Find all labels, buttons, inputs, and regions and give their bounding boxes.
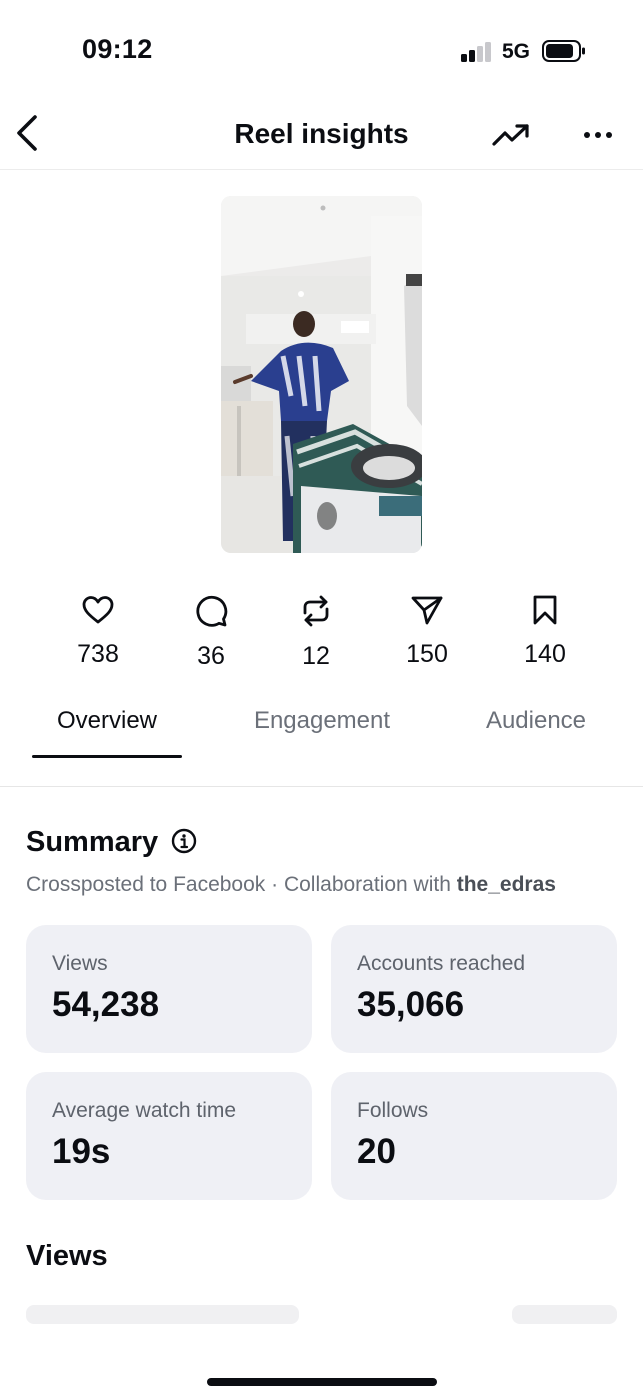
crosspost-collab-text: Crossposted to Facebook · Collaboration …: [26, 873, 457, 896]
tab-audience[interactable]: Audience: [468, 706, 604, 736]
reposts-stat: 12: [271, 594, 361, 671]
loading-placeholder: [512, 1305, 617, 1324]
tab-overview[interactable]: Overview: [32, 706, 182, 736]
header-divider: [0, 169, 643, 170]
more-options-button[interactable]: [580, 120, 616, 150]
summary-subtitle: Crossposted to Facebook · Collaboration …: [26, 873, 556, 897]
home-indicator: [207, 1378, 437, 1386]
network-type: 5G: [502, 40, 531, 63]
average-watch-time-value: 19s: [52, 1132, 111, 1171]
shares-count: 150: [406, 640, 448, 668]
collaborator-link[interactable]: the_edras: [457, 873, 556, 896]
summary-title: Summary: [26, 826, 159, 858]
comments-stat: 36: [166, 594, 256, 671]
page-title: Reel insights: [234, 118, 409, 149]
comment-icon: [196, 595, 228, 627]
shares-stat: 150: [382, 594, 472, 669]
views-card: Views 54,238: [26, 925, 312, 1053]
bookmark-icon: [533, 595, 557, 625]
average-watch-time-label: Average watch time: [52, 1099, 237, 1122]
follows-card: Follows 20: [331, 1072, 617, 1200]
active-tab-indicator: [32, 755, 182, 758]
likes-stat: 738: [53, 594, 143, 669]
info-icon[interactable]: [171, 828, 197, 854]
battery-icon: [542, 40, 585, 62]
accounts-reached-label: Accounts reached: [357, 952, 526, 975]
likes-count: 738: [77, 640, 119, 668]
share-icon: [411, 596, 443, 625]
comments-count: 36: [197, 642, 225, 670]
tab-engagement[interactable]: Engagement: [248, 706, 396, 736]
more-options-icon: [584, 132, 612, 138]
reel-thumbnail[interactable]: [221, 196, 422, 553]
views-label: Views: [52, 952, 108, 975]
saves-count: 140: [524, 640, 566, 668]
accounts-reached-value: 35,066: [357, 985, 465, 1024]
heart-icon: [82, 596, 114, 624]
signal-icon: [461, 42, 493, 62]
tabs-divider: [0, 786, 643, 787]
average-watch-time-card: Average watch time 19s: [26, 1072, 312, 1200]
trending-button[interactable]: [490, 118, 534, 154]
repost-icon: [303, 595, 329, 627]
trending-up-icon: [492, 124, 529, 146]
reel-preview-image: [221, 196, 422, 553]
accounts-reached-card: Accounts reached 35,066: [331, 925, 617, 1053]
loading-placeholder: [26, 1305, 299, 1324]
reposts-count: 12: [302, 642, 330, 670]
status-time: 09:12: [82, 34, 153, 64]
views-value: 54,238: [52, 985, 160, 1024]
follows-value: 20: [357, 1132, 396, 1171]
saves-stat: 140: [500, 594, 590, 669]
views-section-title: Views: [26, 1240, 108, 1272]
follows-label: Follows: [357, 1099, 429, 1122]
